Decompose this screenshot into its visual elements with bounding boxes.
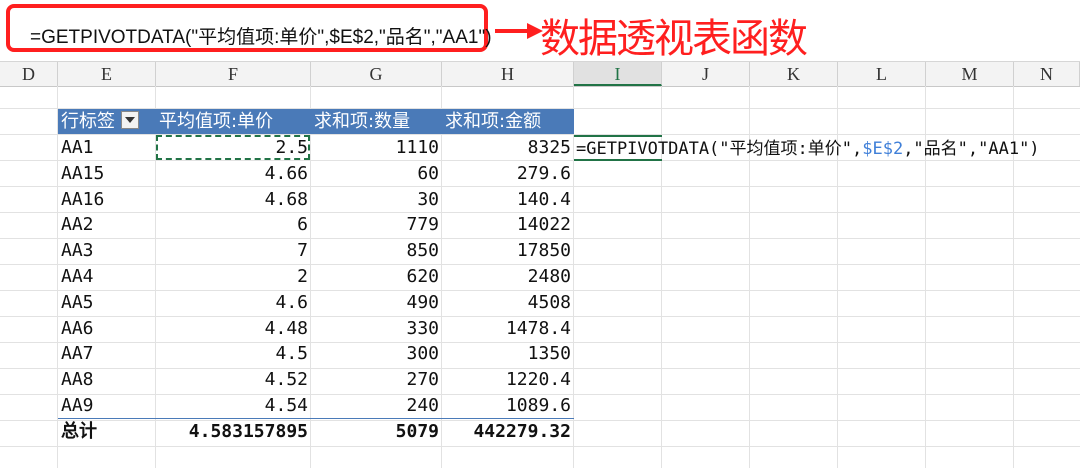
- pivot-cell-amount[interactable]: 1089.6: [442, 393, 574, 418]
- column-header-k[interactable]: K: [750, 62, 838, 86]
- arrow-icon: [495, 23, 543, 39]
- pivot-cell-name[interactable]: AA1: [58, 135, 156, 160]
- pivot-cell-qty[interactable]: 300: [311, 341, 442, 366]
- pivot-cell-qty[interactable]: 779: [311, 212, 442, 237]
- pivot-cell-amount[interactable]: 17850: [442, 238, 574, 263]
- pivot-cell-avg[interactable]: 4.54: [156, 393, 311, 418]
- pivot-cell-qty[interactable]: 270: [311, 367, 442, 392]
- pivot-cell-amount[interactable]: 8325: [442, 135, 574, 160]
- pivot-header-row-label[interactable]: 行标签: [58, 109, 156, 134]
- pivot-cell-qty[interactable]: 30: [311, 187, 442, 212]
- formula-text[interactable]: =GETPIVOTDATA("平均值项:单价",$E$2,"品名","AA1"): [30, 22, 492, 49]
- pivot-cell-qty[interactable]: 490: [311, 290, 442, 315]
- formula-suffix: ,"品名","AA1"): [903, 139, 1040, 159]
- pivot-cell-amount[interactable]: 1220.4: [442, 367, 574, 392]
- pivot-header-avg-price[interactable]: 平均值项:单价: [156, 109, 311, 134]
- pivot-cell-name[interactable]: AA16: [58, 187, 156, 212]
- pivot-cell-avg[interactable]: 4.6: [156, 290, 311, 315]
- row-label-text: 行标签: [61, 111, 115, 132]
- pivot-cell-name[interactable]: AA15: [58, 161, 156, 186]
- total-avg[interactable]: 4.583157895: [156, 419, 311, 444]
- pivot-cell-name[interactable]: AA5: [58, 290, 156, 315]
- total-qty[interactable]: 5079: [311, 419, 442, 444]
- formula-highlight-box[interactable]: =GETPIVOTDATA("平均值项:单价",$E$2,"品名","AA1"): [6, 4, 492, 52]
- formula-bar: =GETPIVOTDATA("平均值项:单价",$E$2,"品名","AA1")…: [0, 0, 1080, 62]
- pivot-header-sum-amount[interactable]: 求和项:金额: [442, 109, 574, 134]
- pivot-cell-name[interactable]: AA9: [58, 393, 156, 418]
- pivot-cell-amount[interactable]: 14022: [442, 212, 574, 237]
- pivot-cell-amount[interactable]: 1478.4: [442, 316, 574, 341]
- annotation-caption: 数据透视表函数: [540, 16, 808, 62]
- pivot-cell-qty[interactable]: 240: [311, 393, 442, 418]
- column-header-h[interactable]: H: [442, 62, 574, 86]
- formula-reference: $E$2: [862, 139, 904, 159]
- pivot-cell-avg[interactable]: 4.52: [156, 367, 311, 392]
- total-amount[interactable]: 442279.32: [442, 419, 574, 444]
- pivot-cell-avg[interactable]: 6: [156, 212, 311, 237]
- pivot-cell-amount[interactable]: 1350: [442, 341, 574, 366]
- formula-cell-text[interactable]: =GETPIVOTDATA("平均值项:单价",$E$2,"品名","AA1"): [576, 136, 1040, 161]
- pivot-cell-amount[interactable]: 140.4: [442, 187, 574, 212]
- pivot-cell-avg[interactable]: 7: [156, 238, 311, 263]
- column-header-j[interactable]: J: [662, 62, 750, 86]
- pivot-cell-amount[interactable]: 4508: [442, 290, 574, 315]
- filter-dropdown-icon[interactable]: [121, 111, 139, 129]
- pivot-cell-avg[interactable]: 4.68: [156, 187, 311, 212]
- pivot-cell-qty[interactable]: 330: [311, 316, 442, 341]
- pivot-cell-amount[interactable]: 279.6: [442, 161, 574, 186]
- pivot-cell-amount[interactable]: 2480: [442, 264, 574, 289]
- pivot-cell-name[interactable]: AA2: [58, 212, 156, 237]
- pivot-cell-name[interactable]: AA8: [58, 367, 156, 392]
- pivot-cell-avg[interactable]: 4.5: [156, 341, 311, 366]
- total-label[interactable]: 总计: [58, 419, 156, 444]
- formula-prefix: =GETPIVOTDATA("平均值项:单价",: [576, 139, 863, 159]
- column-header-f[interactable]: F: [156, 62, 311, 86]
- column-header-g[interactable]: G: [311, 62, 442, 86]
- pivot-cell-qty[interactable]: 850: [311, 238, 442, 263]
- column-header-l[interactable]: L: [838, 62, 926, 86]
- column-header-i[interactable]: I: [574, 62, 662, 86]
- pivot-cell-name[interactable]: AA4: [58, 264, 156, 289]
- pivot-cell-avg[interactable]: 4.66: [156, 161, 311, 186]
- pivot-cell-avg[interactable]: 4.48: [156, 316, 311, 341]
- pivot-cell-name[interactable]: AA7: [58, 341, 156, 366]
- pivot-cell-name[interactable]: AA6: [58, 316, 156, 341]
- pivot-cell-qty[interactable]: 1110: [311, 135, 442, 160]
- copy-marquee: [156, 135, 310, 160]
- column-header-m[interactable]: M: [926, 62, 1014, 86]
- pivot-cell-qty[interactable]: 620: [311, 264, 442, 289]
- pivot-header-sum-qty[interactable]: 求和项:数量: [311, 109, 442, 134]
- column-header-d[interactable]: D: [0, 62, 58, 86]
- column-header-row: D E F G H I J K L M N: [0, 61, 1080, 87]
- column-header-e[interactable]: E: [58, 62, 156, 86]
- column-header-n[interactable]: N: [1014, 62, 1080, 86]
- pivot-cell-qty[interactable]: 60: [311, 161, 442, 186]
- pivot-cell-name[interactable]: AA3: [58, 238, 156, 263]
- pivot-cell-avg[interactable]: 2: [156, 264, 311, 289]
